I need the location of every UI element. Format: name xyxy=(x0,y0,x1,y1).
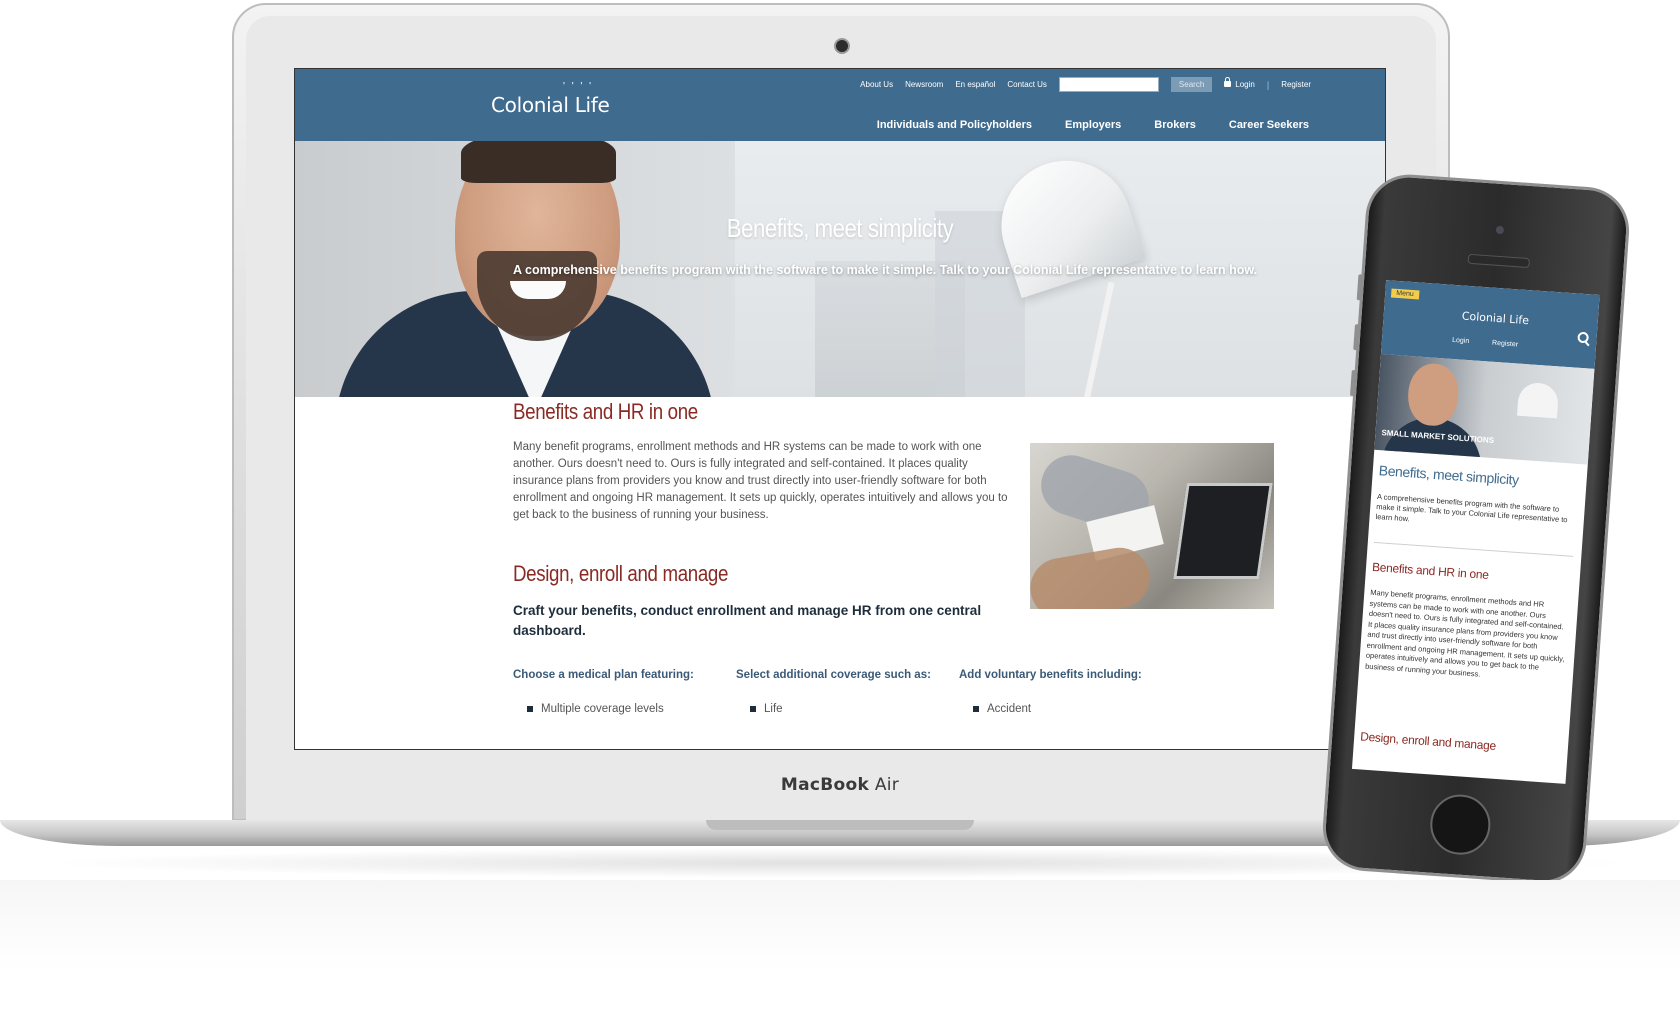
phone-button xyxy=(1353,324,1359,351)
login-link[interactable]: Login xyxy=(1224,77,1255,89)
mobile-section-title-design: Design, enroll and manage xyxy=(1359,729,1497,753)
section-body-benefits-hr: Many benefit programs, enrollment method… xyxy=(513,441,1008,521)
nav-newsroom[interactable]: Newsroom xyxy=(905,80,943,89)
mobile-register-link[interactable]: Register xyxy=(1492,340,1519,349)
mobile-logo[interactable]: Colonial Life xyxy=(1461,310,1529,328)
section-lead-design: Craft your benefits, conduct enrollment … xyxy=(513,603,982,638)
section-title-design: Design, enroll and manage xyxy=(513,561,729,586)
hero-banner: Benefits, meet simplicity A comprehensiv… xyxy=(295,141,1385,397)
register-link[interactable]: Register xyxy=(1281,80,1311,89)
nav-about-us[interactable]: About Us xyxy=(860,80,893,89)
site-header: Colonial Life ' ' ' ' About Us Newsroom … xyxy=(295,69,1385,141)
phone-camera-icon xyxy=(1495,225,1505,235)
mobile-intro: A comprehensive benefits program with th… xyxy=(1375,492,1568,525)
divider xyxy=(1373,541,1574,557)
phone-speaker xyxy=(1467,253,1531,269)
section-title-benefits-hr: Benefits and HR in one xyxy=(513,399,698,424)
phone-screen: Menu Colonial Life Login Register SMALL … xyxy=(1351,280,1600,784)
laptop-screen: Colonial Life ' ' ' ' About Us Newsroom … xyxy=(294,68,1386,750)
nav-en-espanol[interactable]: En español xyxy=(955,80,995,89)
mobile-section-body-benefits-hr: Many benefit programs, enrollment method… xyxy=(1364,587,1565,679)
search-icon[interactable] xyxy=(1577,331,1589,344)
column-item-medical: Multiple coverage levels xyxy=(527,703,664,715)
hero-subtitle: A comprehensive benefits program with th… xyxy=(513,263,1258,277)
camera-icon xyxy=(834,38,850,54)
mobile-title: Benefits, meet simplicity xyxy=(1378,462,1520,488)
photo-laptop xyxy=(1173,483,1273,579)
column-heading-coverage: Select additional coverage such as: xyxy=(736,669,931,681)
column-item-voluntary: Accident xyxy=(973,703,1031,715)
photo-arm xyxy=(1030,543,1155,609)
mobile-menu-button[interactable]: Menu xyxy=(1390,288,1420,300)
logo-mark-icon: ' ' ' ' xyxy=(563,81,593,92)
reflection xyxy=(0,880,1680,1034)
laptop-brand-label: MacBook Air xyxy=(780,775,900,795)
nav-employers[interactable]: Employers xyxy=(1065,119,1121,131)
search-button[interactable]: Search xyxy=(1170,77,1213,92)
mobile-login-link[interactable]: Login xyxy=(1452,337,1470,345)
meeting-photo xyxy=(1030,443,1274,609)
laptop-notch xyxy=(706,820,974,830)
mobile-hero-face xyxy=(1406,362,1461,428)
site-logo[interactable]: Colonial Life xyxy=(491,93,610,117)
mobile-hero: SMALL MARKET SOLUTIONS xyxy=(1374,353,1595,465)
utility-nav: About Us Newsroom En español Contact Us … xyxy=(860,77,1311,92)
phone-device: Menu Colonial Life Login Register SMALL … xyxy=(1319,171,1633,887)
lock-icon xyxy=(1224,77,1232,87)
mobile-section-title-benefits-hr: Benefits and HR in one xyxy=(1371,559,1490,582)
hero-title: Benefits, meet simplicity xyxy=(726,213,954,243)
phone-button xyxy=(1356,274,1363,301)
person-hair xyxy=(461,141,616,183)
search-input[interactable] xyxy=(1058,77,1159,92)
separator: | xyxy=(1266,79,1270,90)
home-button xyxy=(1428,792,1493,857)
main-nav: Individuals and Policyholders Employers … xyxy=(877,119,1309,131)
nav-individuals[interactable]: Individuals and Policyholders xyxy=(877,119,1032,131)
column-heading-voluntary: Add voluntary benefits including: xyxy=(959,669,1142,681)
column-heading-medical: Choose a medical plan featuring: xyxy=(513,669,694,681)
nav-contact-us[interactable]: Contact Us xyxy=(1007,80,1047,89)
login-label: Login xyxy=(1235,80,1255,89)
nav-brokers[interactable]: Brokers xyxy=(1154,119,1196,131)
column-item-coverage: Life xyxy=(750,703,783,715)
mobile-hero-lamp xyxy=(1517,381,1560,419)
phone-button xyxy=(1349,369,1356,397)
nav-career-seekers[interactable]: Career Seekers xyxy=(1229,119,1309,131)
